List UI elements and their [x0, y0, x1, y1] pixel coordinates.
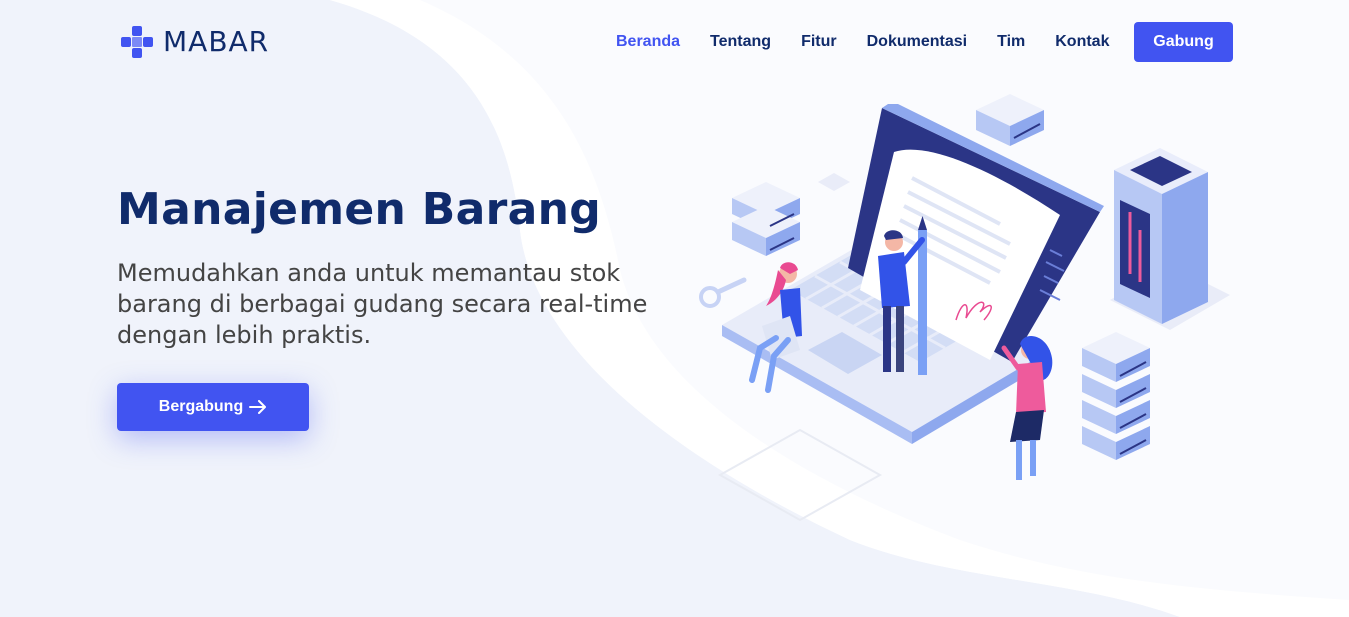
- nav-link-kontak[interactable]: Kontak: [1055, 33, 1109, 51]
- landing-page: MABAR Beranda Tentang Fitur Dokumentasi …: [0, 0, 1349, 617]
- arrow-right-icon: [249, 400, 267, 414]
- logo-icon: [121, 26, 153, 58]
- nav-link-tentang[interactable]: Tentang: [710, 33, 771, 51]
- nav-link-beranda[interactable]: Beranda: [616, 33, 680, 51]
- join-button[interactable]: Gabung: [1134, 22, 1233, 62]
- register-button[interactable]: Bergabung: [117, 383, 309, 431]
- hero-subtitle: Memudahkan anda untuk memantau stok bara…: [117, 259, 648, 349]
- nav-link-dokumentasi[interactable]: Dokumentasi: [867, 33, 967, 51]
- main-nav: Beranda Tentang Fitur Dokumentasi Tim Ko…: [616, 22, 1139, 62]
- brand-name: MABAR: [163, 25, 270, 58]
- hero-title: Manajemen Barang: [117, 184, 601, 235]
- brand-logo[interactable]: MABAR: [120, 25, 269, 59]
- nav-link-fitur[interactable]: Fitur: [801, 33, 837, 51]
- inventory-laptop-illustration: [699, 94, 1230, 522]
- nav-link-tim[interactable]: Tim: [997, 33, 1025, 51]
- register-button-label: Bergabung: [158, 398, 244, 415]
